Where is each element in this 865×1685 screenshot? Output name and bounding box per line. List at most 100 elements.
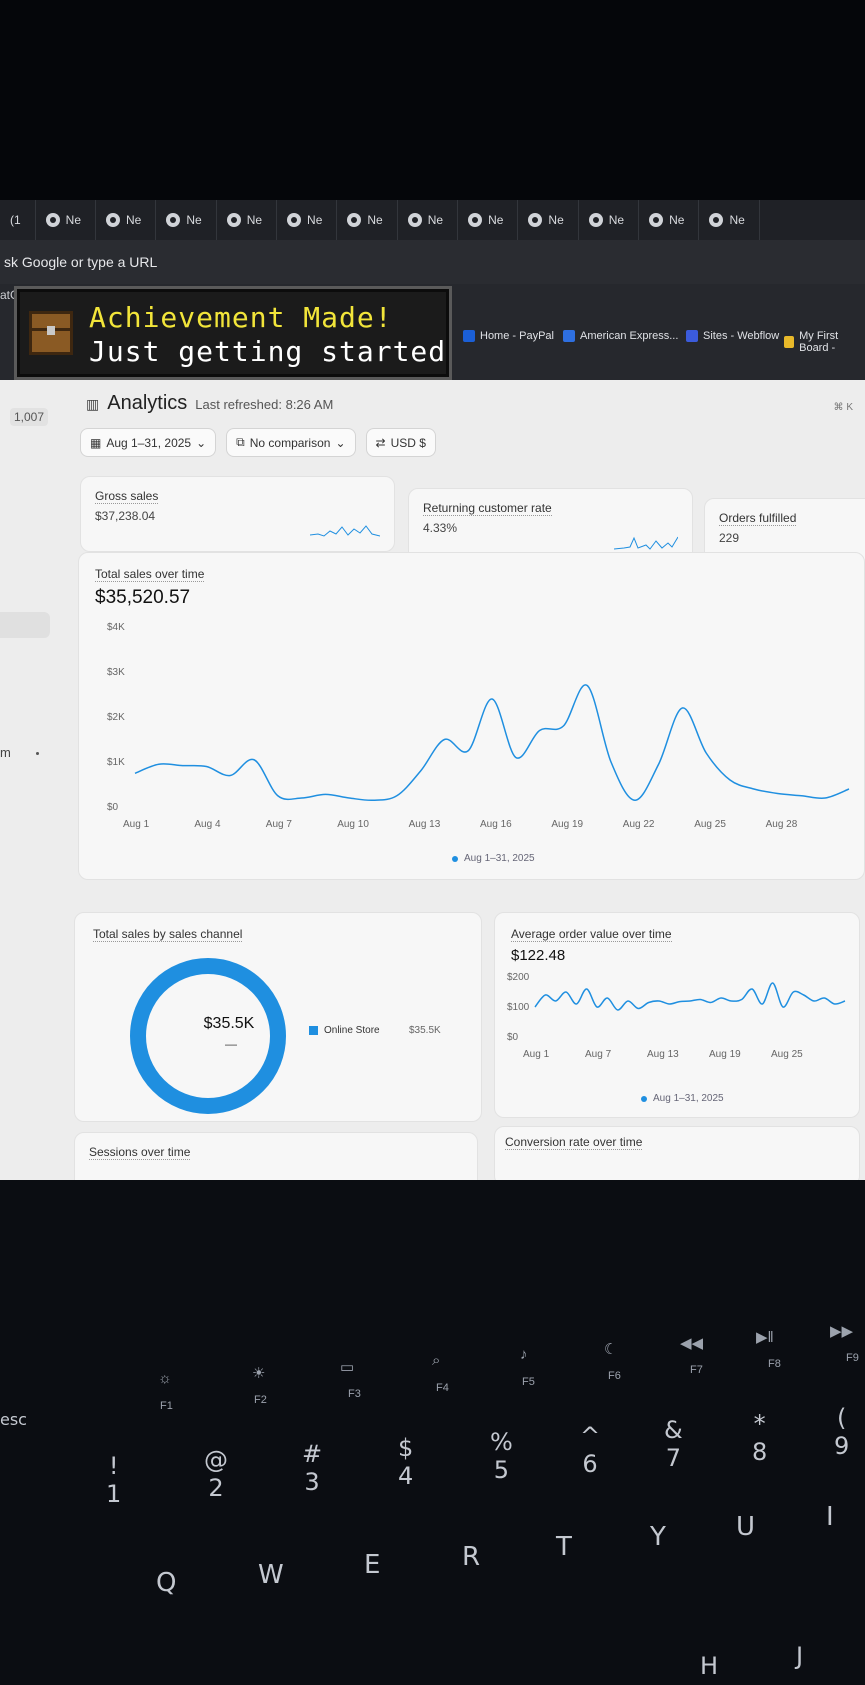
tab-label: Ne — [126, 213, 142, 227]
key-e: E — [364, 1550, 381, 1580]
browser-tab[interactable]: (1 — [0, 200, 36, 240]
tab-label: Ne — [307, 213, 323, 227]
tab-label: Ne — [669, 213, 685, 227]
browser-tab[interactable]: Ne — [518, 200, 579, 240]
play-pause-icon: ▶‖ — [756, 1329, 774, 1346]
x-tick-label: Aug 10 — [337, 819, 369, 830]
background-dark — [0, 0, 865, 200]
key-f4: F4 — [436, 1382, 449, 1394]
achievement-toast: Achievement Made! Just getting started — [14, 286, 452, 380]
browser-tab[interactable]: Ne — [156, 200, 217, 240]
key-t: T — [556, 1532, 572, 1562]
bookmark-label: Sites - Webflow — [703, 330, 780, 342]
date-range-button[interactable]: ▦ Aug 1–31, 2025 ⌄ — [80, 428, 217, 457]
series-line — [134, 684, 850, 802]
total-sales-chart: $0 $1K $2K $3K $4K Aug 1 Aug 4 Aug 7 Aug 10 Aug 1… — [107, 622, 850, 830]
donut-center-sub: — — [225, 1037, 237, 1051]
bookmark-paypal[interactable]: Home - PayPal — [463, 330, 554, 342]
search-shortcut[interactable]: ⌘ K — [834, 402, 853, 413]
chrome-icon — [226, 213, 241, 227]
legend-label: Aug 1–31, 2025 — [464, 853, 535, 864]
key-f7: F7 — [690, 1364, 703, 1376]
legend-label: Online Store — [324, 1025, 380, 1036]
sparkline — [614, 536, 678, 550]
key-f6: F6 — [608, 1370, 621, 1382]
key-5: % 5 — [490, 1428, 513, 1484]
donut-ring — [130, 958, 286, 1114]
donut-center-value: $35.5K — [203, 1015, 255, 1032]
date-range-label: Aug 1–31, 2025 — [106, 435, 192, 450]
bookmark-webflow[interactable]: Sites - Webflow — [686, 330, 779, 342]
page-header: ▥ Analytics Last refreshed: 8:26 AM — [86, 392, 333, 415]
kpi-label: Returning customer rate — [423, 501, 552, 516]
webflow-icon — [686, 330, 698, 342]
kpi-value: 229 — [719, 531, 740, 545]
key-y: Y — [650, 1522, 666, 1552]
currency-button[interactable]: ⇄ USD $ — [365, 428, 436, 457]
key-u: U — [736, 1512, 756, 1542]
bookmark-board[interactable]: My First Board - — [784, 330, 865, 354]
browser-tab[interactable]: Ne — [579, 200, 640, 240]
kpi-value: 4.33% — [423, 521, 458, 535]
browser-tab[interactable]: Ne — [699, 200, 760, 240]
chrome-icon — [106, 213, 121, 227]
rewind-icon: ◀◀ — [680, 1335, 704, 1352]
x-tick-label: Aug 28 — [766, 819, 798, 830]
browser-tab[interactable]: Ne — [639, 200, 700, 240]
key-7: & 7 — [664, 1416, 683, 1472]
key-2: @2 — [204, 1446, 228, 1502]
moon-icon: ☾ — [604, 1341, 618, 1358]
filter-bar: ▦ Aug 1–31, 2025 ⌄ ⧉ No comparison ⌄ ⇄ USD $ — [80, 428, 436, 457]
total-sales-value: $35,520.57 — [95, 587, 191, 608]
kpi-value: $37,238.04 — [95, 509, 156, 523]
currency-icon: ⇄ — [375, 435, 386, 450]
analytics-app: 1,007 m ▥ Analytics Last refreshed: 8:26… — [0, 380, 865, 1180]
page-title: Analytics — [107, 392, 188, 414]
chrome-icon — [407, 213, 422, 227]
tab-label: Ne — [548, 213, 564, 227]
tab-label: Ne — [246, 213, 263, 227]
series-line — [534, 982, 846, 1011]
brightness-up-icon: ☀ — [252, 1365, 266, 1382]
sidebar-count-badge: 1,007 — [10, 408, 49, 426]
key-8: * 8 — [752, 1410, 768, 1466]
toast-title: Achievement Made! — [89, 301, 393, 334]
chrome-icon — [649, 213, 664, 227]
compare-icon: ⧉ — [236, 435, 245, 449]
chevron-down-icon: ⌄ — [196, 435, 207, 450]
laptop-keyboard: esc ☼ F1 ☀ F2 ▭ F3 ⌕ F4 ♪ F5 ☾ F6 ◀◀ F7 ▶‖ F8 ▶▶… — [0, 1180, 865, 1685]
chrome-icon — [166, 213, 181, 227]
card-title: Total sales over time — [95, 567, 205, 582]
browser-tab[interactable]: Ne — [36, 200, 97, 240]
tab-label: Ne — [186, 213, 202, 227]
browser-tab[interactable]: Ne — [337, 200, 398, 240]
kpi-label: Orders fulfilled — [719, 511, 797, 526]
browser-tab[interactable]: Ne — [458, 200, 519, 240]
browser-tab[interactable]: Ne — [217, 200, 278, 240]
legend-dot — [641, 1095, 647, 1102]
comparison-button[interactable]: ⧉ No comparison ⌄ — [226, 428, 356, 457]
tab-label: (1 — [10, 213, 21, 227]
brightness-down-icon: ☼ — [158, 1370, 172, 1387]
key-f9: F9 — [846, 1352, 859, 1364]
chrome-icon — [528, 213, 543, 227]
card-title: Average order value over time — [511, 927, 672, 942]
sidebar-item[interactable]: m — [0, 745, 11, 760]
key-r: R — [462, 1542, 481, 1572]
x-tick-label: Aug 16 — [480, 819, 512, 830]
address-bar[interactable]: sk Google or type a URL — [0, 240, 865, 284]
browser-tab[interactable]: Ne — [398, 200, 459, 240]
sidebar-selected-item[interactable] — [0, 612, 50, 638]
card-title: Total sales by sales channel — [93, 927, 243, 942]
browser-tab[interactable]: Ne — [277, 200, 338, 240]
chrome-icon — [709, 213, 724, 227]
key-q: Q — [156, 1568, 177, 1598]
x-tick-label: Aug 7 — [266, 819, 293, 830]
legend-dot — [452, 855, 458, 862]
x-tick-label: Aug 19 — [551, 819, 583, 830]
browser-tab[interactable]: Ne — [96, 200, 157, 240]
key-j: J — [796, 1642, 804, 1670]
kpi-gross-sales[interactable]: Gross sales $37,238.04 — [80, 476, 395, 552]
bookmark-amex[interactable]: American Express... — [563, 330, 678, 342]
tab-label: Ne — [367, 213, 383, 227]
